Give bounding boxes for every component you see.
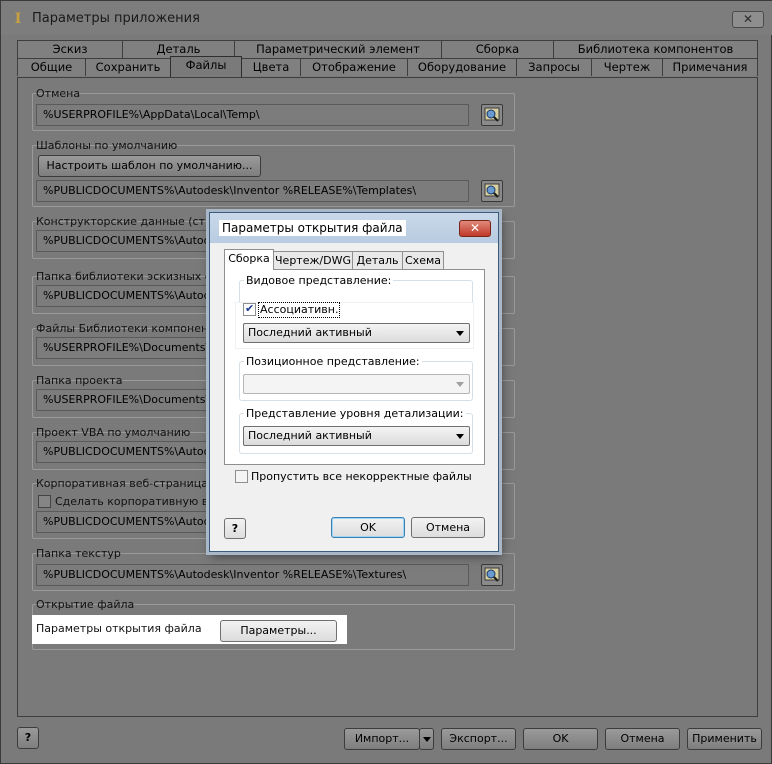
textures-browse-button[interactable] <box>481 564 503 586</box>
positional-rep-select[interactable] <box>243 374 470 394</box>
dialog-cancel-button[interactable]: Отмена <box>411 517 485 538</box>
tab-assembly[interactable]: Сборка <box>441 40 554 58</box>
view-rep-label: Видовое представление: <box>244 274 394 287</box>
help-button[interactable]: ? <box>17 727 39 749</box>
tab-general[interactable]: Общие <box>17 58 86 76</box>
apply-button[interactable]: Применить <box>687 728 762 750</box>
dialog-tab-drawing-dwg[interactable]: Чертеж/DWG <box>273 251 353 270</box>
templates-label: Шаблоны по умолчанию <box>36 139 178 152</box>
tab-notes[interactable]: Примечания <box>662 58 758 76</box>
lod-rep-select[interactable]: Последний активный <box>243 426 470 446</box>
lod-rep-value: Последний активный <box>248 429 372 442</box>
dialog-assembly-panel: Видовое представление: ✔ Ассоциативн. По… <box>224 269 485 465</box>
undo-label: Отмена <box>36 87 81 100</box>
templates-browse-button[interactable] <box>481 180 503 202</box>
dialog-tab-part[interactable]: Деталь <box>352 251 403 270</box>
project-folder-label: Папка проекта <box>36 374 123 387</box>
dialog-close-button[interactable]: ✕ <box>459 220 491 237</box>
title-bar: I Параметры приложения ✕ <box>1 1 772 35</box>
browse-folder-icon <box>484 107 500 122</box>
dialog-title: Параметры открытия файла <box>219 220 406 236</box>
tab-parametric-element[interactable]: Параметрический элемент <box>234 40 442 58</box>
lod-rep-label: Представление уровня детализации: <box>244 407 466 420</box>
textures-path-field[interactable]: %PUBLICDOCUMENTS%\Autodesk\Inventor %REL… <box>36 564 469 586</box>
export-button[interactable]: Экспорт... <box>441 728 516 750</box>
view-rep-value: Последний активный <box>248 326 372 339</box>
corporate-web-checkbox-label: Сделать корпоративную веб-с <box>55 495 232 508</box>
cancel-button[interactable]: Отмена <box>605 728 680 750</box>
import-dropdown-button[interactable] <box>419 728 434 750</box>
close-button[interactable]: ✕ <box>732 11 764 28</box>
vba-project-path-field[interactable]: %PUBLICDOCUMENTS%\Autodesk <box>36 441 216 463</box>
chevron-down-icon <box>422 737 431 742</box>
chevron-down-icon <box>456 331 464 336</box>
dialog-help-button[interactable]: ? <box>224 518 246 539</box>
component-library-path-field[interactable]: %USERPROFILE%\Documents\Inven <box>36 337 216 359</box>
undo-browse-button[interactable] <box>481 104 503 126</box>
checkmark-icon: ✔ <box>245 302 255 315</box>
file-open-options-button[interactable]: Параметры... <box>220 620 337 642</box>
undo-path-field[interactable]: %USERPROFILE%\AppData\Local\Temp\ <box>36 104 469 126</box>
help-icon: ? <box>24 731 32 744</box>
tab-component-library[interactable]: Библиотека компонентов <box>553 40 758 58</box>
textures-label: Папка текстур <box>36 547 121 560</box>
window-title: Параметры приложения <box>32 11 200 26</box>
tab-save[interactable]: Сохранить <box>85 58 171 76</box>
chevron-down-icon <box>456 434 464 439</box>
browse-folder-icon <box>484 183 500 198</box>
templates-path-field[interactable]: %PUBLICDOCUMENTS%\Autodesk\Inventor %REL… <box>36 180 469 202</box>
inventor-app-icon: I <box>14 11 22 27</box>
file-open-options-dialog: Параметры открытия файла ✕ Сборка Чертеж… <box>209 212 499 552</box>
tab-sketch[interactable]: Эскиз <box>17 40 123 58</box>
corporate-web-label: Корпоративная веб-страница <box>36 477 209 490</box>
tab-colors[interactable]: Цвета <box>241 58 301 76</box>
dialog-tab-assembly[interactable]: Сборка <box>224 249 274 270</box>
vba-project-label: Проект VBA по умолчанию <box>36 426 191 439</box>
skip-invalid-label: Пропустить все некорректные файлы <box>251 470 472 483</box>
corporate-web-path-field[interactable]: %PUBLICDOCUMENTS%\Autodesk <box>36 511 216 533</box>
positional-rep-label: Позиционное представление: <box>244 355 422 368</box>
project-folder-path-field[interactable]: %USERPROFILE%\Documents\Inven <box>36 389 216 411</box>
corporate-web-checkbox[interactable] <box>38 495 51 508</box>
file-open-options-label: Параметры открытия файла <box>36 622 202 635</box>
help-icon: ? <box>231 522 239 535</box>
sketch-library-label: Папка библиотеки эскизных обозн <box>36 270 239 283</box>
sketch-library-path-field[interactable]: %PUBLICDOCUMENTS%\Autodesk <box>36 285 216 307</box>
associative-checkbox[interactable]: ✔ <box>243 302 256 316</box>
associative-checkbox-label: Ассоциативн. <box>258 302 341 318</box>
browse-folder-icon <box>484 567 500 582</box>
tab-hardware[interactable]: Оборудование <box>407 58 517 76</box>
tab-drawing[interactable]: Чертеж <box>591 58 663 76</box>
ok-button[interactable]: OK <box>523 728 598 750</box>
tab-files[interactable]: Файлы <box>170 56 242 77</box>
chevron-down-icon <box>456 382 464 387</box>
dialog-ok-button[interactable]: OK <box>331 517 405 538</box>
configure-template-button[interactable]: Настроить шаблон по умолчанию... <box>38 155 261 177</box>
view-rep-select[interactable]: Последний активный <box>243 323 470 343</box>
tab-display[interactable]: Отображение <box>300 58 408 76</box>
tab-prompts[interactable]: Запросы <box>516 58 592 76</box>
design-data-label: Конструкторские данные (стили и <box>36 215 237 228</box>
design-data-path-field[interactable]: %PUBLICDOCUMENTS%\Autodesk <box>36 230 216 252</box>
import-button[interactable]: Импорт... <box>344 728 420 750</box>
skip-invalid-checkbox[interactable] <box>235 470 248 483</box>
dialog-tab-schema[interactable]: Схема <box>402 251 444 270</box>
file-open-label: Открытие файла <box>36 598 135 611</box>
dialog-title-bar: Параметры открытия файла ✕ <box>210 213 498 243</box>
